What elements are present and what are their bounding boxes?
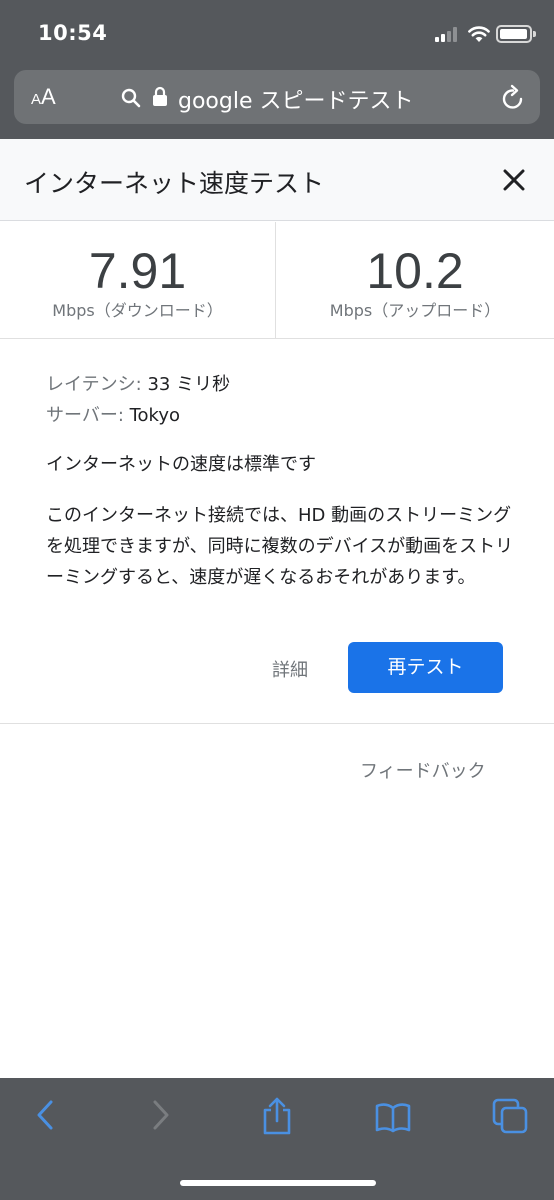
retest-button[interactable]: 再テスト (348, 642, 503, 693)
speed-description: このインターネット接続では、HD 動画のストリーミングを処理できますが、同時に複… (46, 505, 514, 588)
latency-value: 33 ミリ秒 (147, 374, 231, 395)
details-link[interactable]: 詳細 (272, 656, 308, 682)
download-result: 7.91 Mbps（ダウンロード） (0, 222, 276, 338)
share-icon[interactable] (260, 1096, 294, 1136)
speed-summary: インターネットの速度は標準です (46, 454, 316, 475)
test-details: レイテンシ: 33 ミリ秒 サーバー: Tokyo (46, 370, 516, 432)
status-time: 10:54 (38, 21, 108, 45)
server-row: サーバー: Tokyo (46, 401, 516, 432)
upload-speed-value: 10.2 (366, 243, 464, 299)
feedback-link[interactable]: フィードバック (360, 757, 486, 783)
cellular-signal-icon (435, 26, 461, 42)
speed-results: 7.91 Mbps（ダウンロード） 10.2 Mbps（アップロード） (0, 222, 554, 339)
bookmarks-icon[interactable] (375, 1102, 411, 1134)
page-title: インターネット速度テスト (24, 169, 325, 198)
back-icon[interactable] (34, 1098, 56, 1132)
divider (0, 723, 554, 724)
forward-icon[interactable] (150, 1098, 172, 1132)
battery-icon (496, 25, 536, 43)
server-label: サーバー: (46, 405, 130, 426)
download-speed-unit: Mbps（ダウンロード） (52, 301, 223, 320)
lock-icon (153, 86, 167, 106)
text-size-button[interactable]: AA (31, 84, 56, 110)
home-indicator[interactable] (180, 1180, 376, 1186)
speedtest-header: インターネット速度テスト (0, 139, 554, 221)
address-text[interactable]: google スピードテスト (178, 83, 414, 115)
address-bar[interactable]: AA google スピードテスト (14, 70, 540, 124)
latency-row: レイテンシ: 33 ミリ秒 (46, 370, 516, 401)
wifi-icon (468, 26, 490, 42)
search-icon (121, 88, 141, 108)
close-icon[interactable] (500, 166, 528, 194)
upload-speed-unit: Mbps（アップロード） (329, 301, 501, 320)
reload-icon[interactable] (500, 84, 526, 112)
status-bar: 10:54 (0, 0, 554, 66)
tabs-icon[interactable] (492, 1098, 528, 1136)
server-value: Tokyo (129, 405, 181, 426)
download-speed-value: 7.91 (88, 243, 187, 299)
latency-label: レイテンシ: (46, 374, 148, 395)
browser-top-chrome: 10:54 AA google スピードテスト (0, 0, 554, 139)
upload-result: 10.2 Mbps（アップロード） (277, 222, 553, 338)
